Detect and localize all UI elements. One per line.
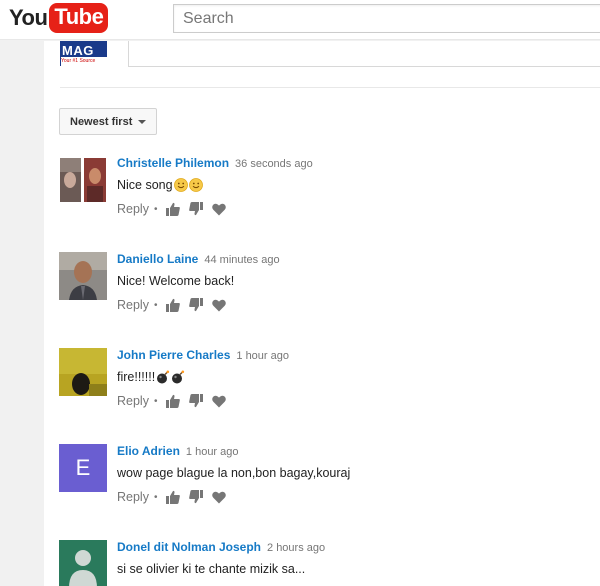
avatar[interactable] <box>59 252 107 300</box>
reply-button[interactable]: Reply <box>117 394 149 408</box>
comments-panel: MAG Your #1 Source Newest first Christel… <box>44 41 600 586</box>
default-user-icon <box>59 540 107 586</box>
comment-time[interactable]: 1 hour ago <box>186 446 239 458</box>
comment-text-content: fire!!!!!! <box>117 370 156 384</box>
thumbs-up-icon[interactable] <box>165 489 181 505</box>
comment-author[interactable]: Christelle Philemon <box>117 156 229 170</box>
comment-text: wow page blague la non,bon bagay,kouraj <box>117 465 597 481</box>
comment-time[interactable]: 2 hours ago <box>267 542 325 554</box>
comment-author[interactable]: John Pierre Charles <box>117 348 230 362</box>
separator: • <box>153 491 158 503</box>
bomb-emoji <box>172 370 185 384</box>
thumbs-down-icon[interactable] <box>188 201 204 217</box>
comment-text-content: Nice song <box>117 178 173 192</box>
thumbs-down-icon[interactable] <box>188 489 204 505</box>
comment-text: Nice! Welcome back! <box>117 273 597 289</box>
heart-icon[interactable] <box>211 201 227 217</box>
reply-button[interactable]: Reply <box>117 202 149 216</box>
heart-icon[interactable] <box>211 393 227 409</box>
comment-time[interactable]: 44 minutes ago <box>204 254 279 266</box>
separator: • <box>153 203 158 215</box>
sort-dropdown-button[interactable]: Newest first <box>59 108 158 135</box>
divider <box>60 87 600 88</box>
user-avatar-thumbnail: MAG Your #1 Source <box>60 41 107 66</box>
comment-author[interactable]: Donel dit Nolman Joseph <box>117 540 261 554</box>
avatar[interactable] <box>59 348 107 396</box>
thumbs-up-icon[interactable] <box>165 393 181 409</box>
caret-down-icon <box>138 119 147 124</box>
thumbs-down-icon[interactable] <box>188 393 204 409</box>
comment-actions: Reply • <box>117 201 597 217</box>
comment-time[interactable]: 1 hour ago <box>236 350 289 362</box>
comment-text-content: Nice! Welcome back! <box>117 274 235 288</box>
comment-text: Nice song <box>117 177 597 193</box>
reply-button[interactable]: Reply <box>117 490 149 504</box>
comment-text: fire!!!!!! <box>117 369 597 385</box>
comment-text-content: wow page blague la non,bon bagay,kouraj <box>117 466 351 480</box>
comment-text-content: si se olivier ki te chante mizik sa... <box>117 562 306 576</box>
add-comment-box[interactable] <box>128 41 600 67</box>
heart-icon[interactable] <box>211 297 227 313</box>
comment-actions: Reply • <box>117 393 597 409</box>
top-bar: You Tube <box>0 0 600 40</box>
bomb-emoji <box>157 370 170 384</box>
comment-text: si se olivier ki te chante mizik sa... <box>117 561 597 577</box>
comment-time[interactable]: 36 seconds ago <box>235 158 313 170</box>
sort-label: Newest first <box>70 115 133 128</box>
avatar-letter: E <box>75 455 91 480</box>
comment-author[interactable]: Daniello Laine <box>117 252 198 266</box>
separator: • <box>153 395 158 407</box>
smile-emoji <box>188 178 203 192</box>
smile-emoji <box>173 178 188 192</box>
youtube-logo[interactable]: You Tube <box>9 3 109 33</box>
thumbnail-title: MAG <box>62 43 94 58</box>
separator: • <box>153 299 158 311</box>
logo-you-text: You <box>9 5 48 30</box>
search-input[interactable] <box>174 5 600 32</box>
thumbs-up-icon[interactable] <box>165 201 181 217</box>
avatar[interactable] <box>59 540 107 586</box>
thumbs-down-icon[interactable] <box>188 297 204 313</box>
avatar[interactable] <box>59 156 107 204</box>
thumbnail-subtitle: Your #1 Source <box>61 57 107 66</box>
heart-icon[interactable] <box>211 489 227 505</box>
search-box[interactable] <box>173 4 600 33</box>
reply-button[interactable]: Reply <box>117 298 149 312</box>
logo-tube-text: Tube <box>49 3 109 33</box>
comment-author[interactable]: Elio Adrien <box>117 444 180 458</box>
comment-actions: Reply • <box>117 297 597 313</box>
comment-actions: Reply • <box>117 489 597 505</box>
thumbs-up-icon[interactable] <box>165 297 181 313</box>
avatar[interactable]: E <box>59 444 107 492</box>
